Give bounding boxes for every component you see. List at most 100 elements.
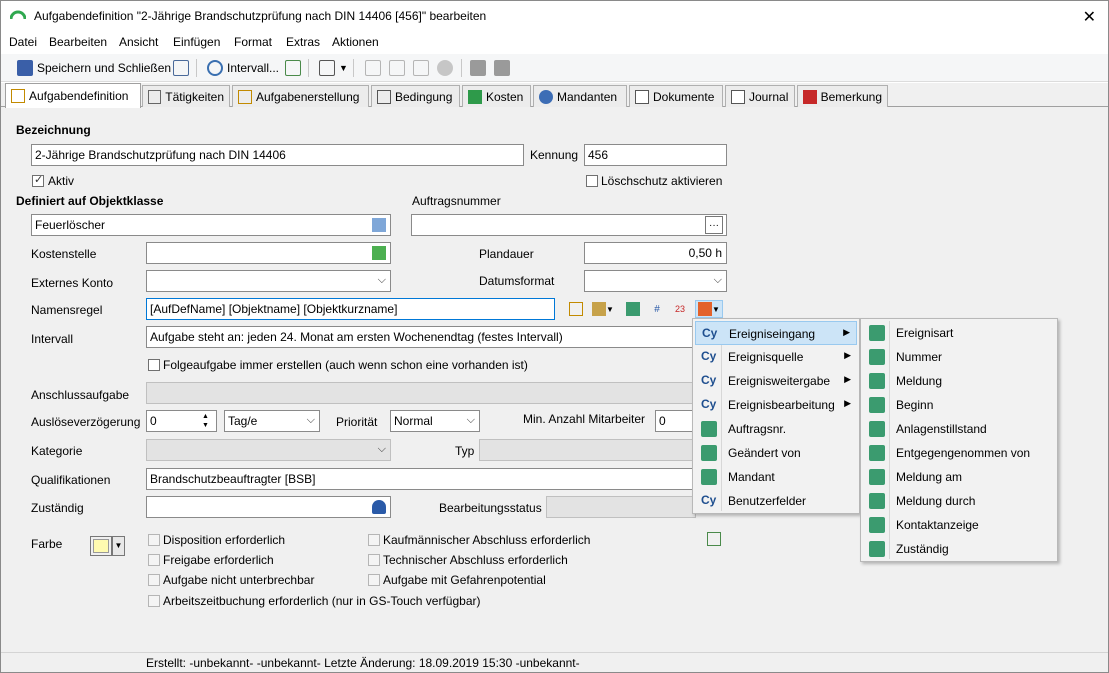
money-icon[interactable] <box>370 244 388 262</box>
objektklasse-picker-icon[interactable] <box>370 216 388 234</box>
submenu-item-kontaktanzeige[interactable]: Kontaktanzeige <box>863 513 1055 537</box>
number-icon[interactable]: # <box>648 300 666 318</box>
menu-item-ereignisquelle[interactable]: Cy Ereignisquelle ▶ <box>695 345 857 369</box>
submenu-item-beginn[interactable]: Beginn <box>863 393 1055 417</box>
bearbeitungsstatus-select[interactable] <box>546 496 696 518</box>
move-down-button[interactable] <box>494 57 510 79</box>
submenu-item-meldung[interactable]: Meldung <box>863 369 1055 393</box>
menu-aktionen[interactable]: Aktionen <box>332 35 379 49</box>
submenu-item-nummer[interactable]: Nummer <box>863 345 1055 369</box>
tab-bemerkung[interactable]: Bemerkung <box>797 85 888 107</box>
tab-bedingung[interactable]: Bedingung <box>371 85 460 107</box>
prioritaet-select[interactable]: Normal ⌵ <box>390 410 480 432</box>
kaufmaennisch-label: Kaufmännischer Abschluss erforderlich <box>383 533 591 547</box>
menu-format[interactable]: Format <box>234 35 272 49</box>
menu-item-ereigniseingang[interactable]: Cy Ereigniseingang ▶ <box>695 321 857 345</box>
doc-refresh-icon[interactable] <box>705 530 723 548</box>
loeschschutz-checkbox[interactable] <box>586 175 598 187</box>
submenu-item-meldung-durch[interactable]: Meldung durch <box>863 489 1055 513</box>
kategorie-select[interactable]: ⌵ <box>146 439 391 461</box>
freigabe-checkbox[interactable] <box>148 554 160 566</box>
arbeitszeitbuchung-checkbox[interactable] <box>148 595 160 607</box>
datumsformat-select[interactable]: ⌵ <box>584 270 727 292</box>
doc-refresh-button[interactable] <box>285 57 301 79</box>
folgeaufgabe-checkbox[interactable] <box>148 359 160 371</box>
kostenstelle-input[interactable] <box>146 242 391 264</box>
submenu-item-entgegengenommen-von[interactable]: Entgegengenommen von <box>863 441 1055 465</box>
gefahrenpotential-checkbox[interactable] <box>368 574 380 586</box>
save-close-button[interactable]: Speichern und Schließen <box>17 57 171 79</box>
qualifikationen-input[interactable]: Brandschutzbeauftragter [BSB] <box>146 468 696 490</box>
kaufmaennisch-checkbox[interactable] <box>368 534 380 546</box>
submenu-item-zustaendig[interactable]: Zuständig <box>863 537 1055 561</box>
mitarbeiter-input[interactable]: 0 <box>655 410 696 432</box>
tab-journal[interactable]: Journal <box>725 85 795 107</box>
menu-item-ereignisbearbeitung[interactable]: Cy Ereignisbearbeitung ▶ <box>695 393 857 417</box>
event-dropdown-button[interactable]: ▼ <box>695 300 723 318</box>
color-picker[interactable] <box>90 536 112 556</box>
close-window-button[interactable]: ✕ <box>1083 7 1096 27</box>
menu-item-label: Nummer <box>896 350 943 364</box>
tab-aufgabenerstellung[interactable]: Aufgabenerstellung <box>232 85 369 107</box>
arrow-down-icon <box>494 60 510 76</box>
edit-button[interactable] <box>413 57 429 79</box>
auftragsnummer-input[interactable] <box>411 214 727 236</box>
anschluss-label: Anschlussaufgabe <box>31 388 130 402</box>
anschluss-input[interactable] <box>146 382 696 404</box>
menu-bearbeiten[interactable]: Bearbeiten <box>49 35 107 49</box>
interval-label: Intervall... <box>227 61 280 75</box>
menu-item-ereignisweitergabe[interactable]: Cy Ereignisweitergabe ▶ <box>695 369 857 393</box>
document-icon <box>635 89 649 104</box>
export-button[interactable] <box>173 57 189 79</box>
menu-item-auftragsnr[interactable]: Auftragsnr. <box>695 417 857 441</box>
menu-ansicht[interactable]: Ansicht <box>119 35 158 49</box>
spinner-arrows-icon[interactable]: ▲ ▼ <box>202 412 209 430</box>
externes-konto-select[interactable]: ⌵ <box>146 270 391 292</box>
ereigniseingang-submenu: Ereignisart Nummer Meldung Beginn Anlage… <box>860 318 1058 562</box>
plandauer-input[interactable]: 0,50 h <box>584 242 727 264</box>
tab-taetigkeiten[interactable]: Tätigkeiten <box>142 85 230 107</box>
technisch-checkbox[interactable] <box>368 554 380 566</box>
objektklasse-insert-button[interactable]: ▼ <box>589 300 617 318</box>
menu-item-mandant[interactable]: Mandant <box>695 465 857 489</box>
tab-label: Aufgabenerstellung <box>256 89 360 104</box>
menu-datei[interactable]: Datei <box>9 35 37 49</box>
submenu-item-anlagenstillstand[interactable]: Anlagenstillstand <box>863 417 1055 441</box>
menu-extras[interactable]: Extras <box>286 35 320 49</box>
auftragsnummer-browse-button[interactable]: ··· <box>705 216 723 234</box>
menu-einfuegen[interactable]: Einfügen <box>173 35 220 49</box>
flow-icon <box>869 325 885 341</box>
link-button[interactable] <box>365 57 381 79</box>
kennung-input[interactable]: 456 <box>584 144 727 166</box>
nicht-unterbrechbar-checkbox[interactable] <box>148 574 160 586</box>
disposition-checkbox[interactable] <box>148 534 160 546</box>
ausloese-unit-value: Tag/e <box>228 414 258 428</box>
bezeichnung-input[interactable]: 2-Jährige Brandschutzprüfung nach DIN 14… <box>31 144 524 166</box>
namensregel-input[interactable]: [AufDefName] [Objektname] [Objektkurznam… <box>146 298 555 320</box>
zustaendig-input[interactable] <box>146 496 391 518</box>
flow-icon[interactable] <box>624 300 642 318</box>
tools-button[interactable] <box>389 57 405 79</box>
aktiv-checkbox[interactable] <box>32 173 44 187</box>
cancel-button[interactable] <box>437 57 453 79</box>
menu-item-geaendert-von[interactable]: Geändert von <box>695 441 857 465</box>
tab-kosten[interactable]: Kosten <box>462 85 531 107</box>
tab-mandanten[interactable]: Mandanten <box>533 85 627 107</box>
submenu-item-ereignisart[interactable]: Ereignisart <box>863 321 1055 345</box>
typ-select[interactable] <box>479 439 696 461</box>
submenu-item-meldung-am[interactable]: Meldung am <box>863 465 1055 489</box>
tab-dokumente[interactable]: Dokumente <box>629 85 723 107</box>
toolbar: Speichern und Schließen Intervall... ▼ <box>1 54 1108 82</box>
move-up-button[interactable] <box>470 57 486 79</box>
calendar-icon[interactable]: 23 <box>671 300 689 318</box>
ausloese-unit-select[interactable]: Tag/e ⌵ <box>224 410 320 432</box>
tab-aufgabendefinition[interactable]: Aufgabendefinition <box>5 83 141 108</box>
interval-button[interactable]: Intervall... <box>207 57 279 79</box>
objektklasse-input[interactable]: Feuerlöscher <box>31 214 391 236</box>
forward-dropdown-button[interactable]: ▼ <box>319 57 348 79</box>
person-icon[interactable] <box>370 498 388 516</box>
menu-item-benutzerfelder[interactable]: Cy Benutzerfelder <box>695 489 857 513</box>
color-dropdown-button[interactable]: ▼ <box>112 536 125 556</box>
task-check-icon[interactable] <box>567 300 585 318</box>
intervall-input[interactable]: Aufgabe steht an: jeden 24. Monat am ers… <box>146 326 696 348</box>
